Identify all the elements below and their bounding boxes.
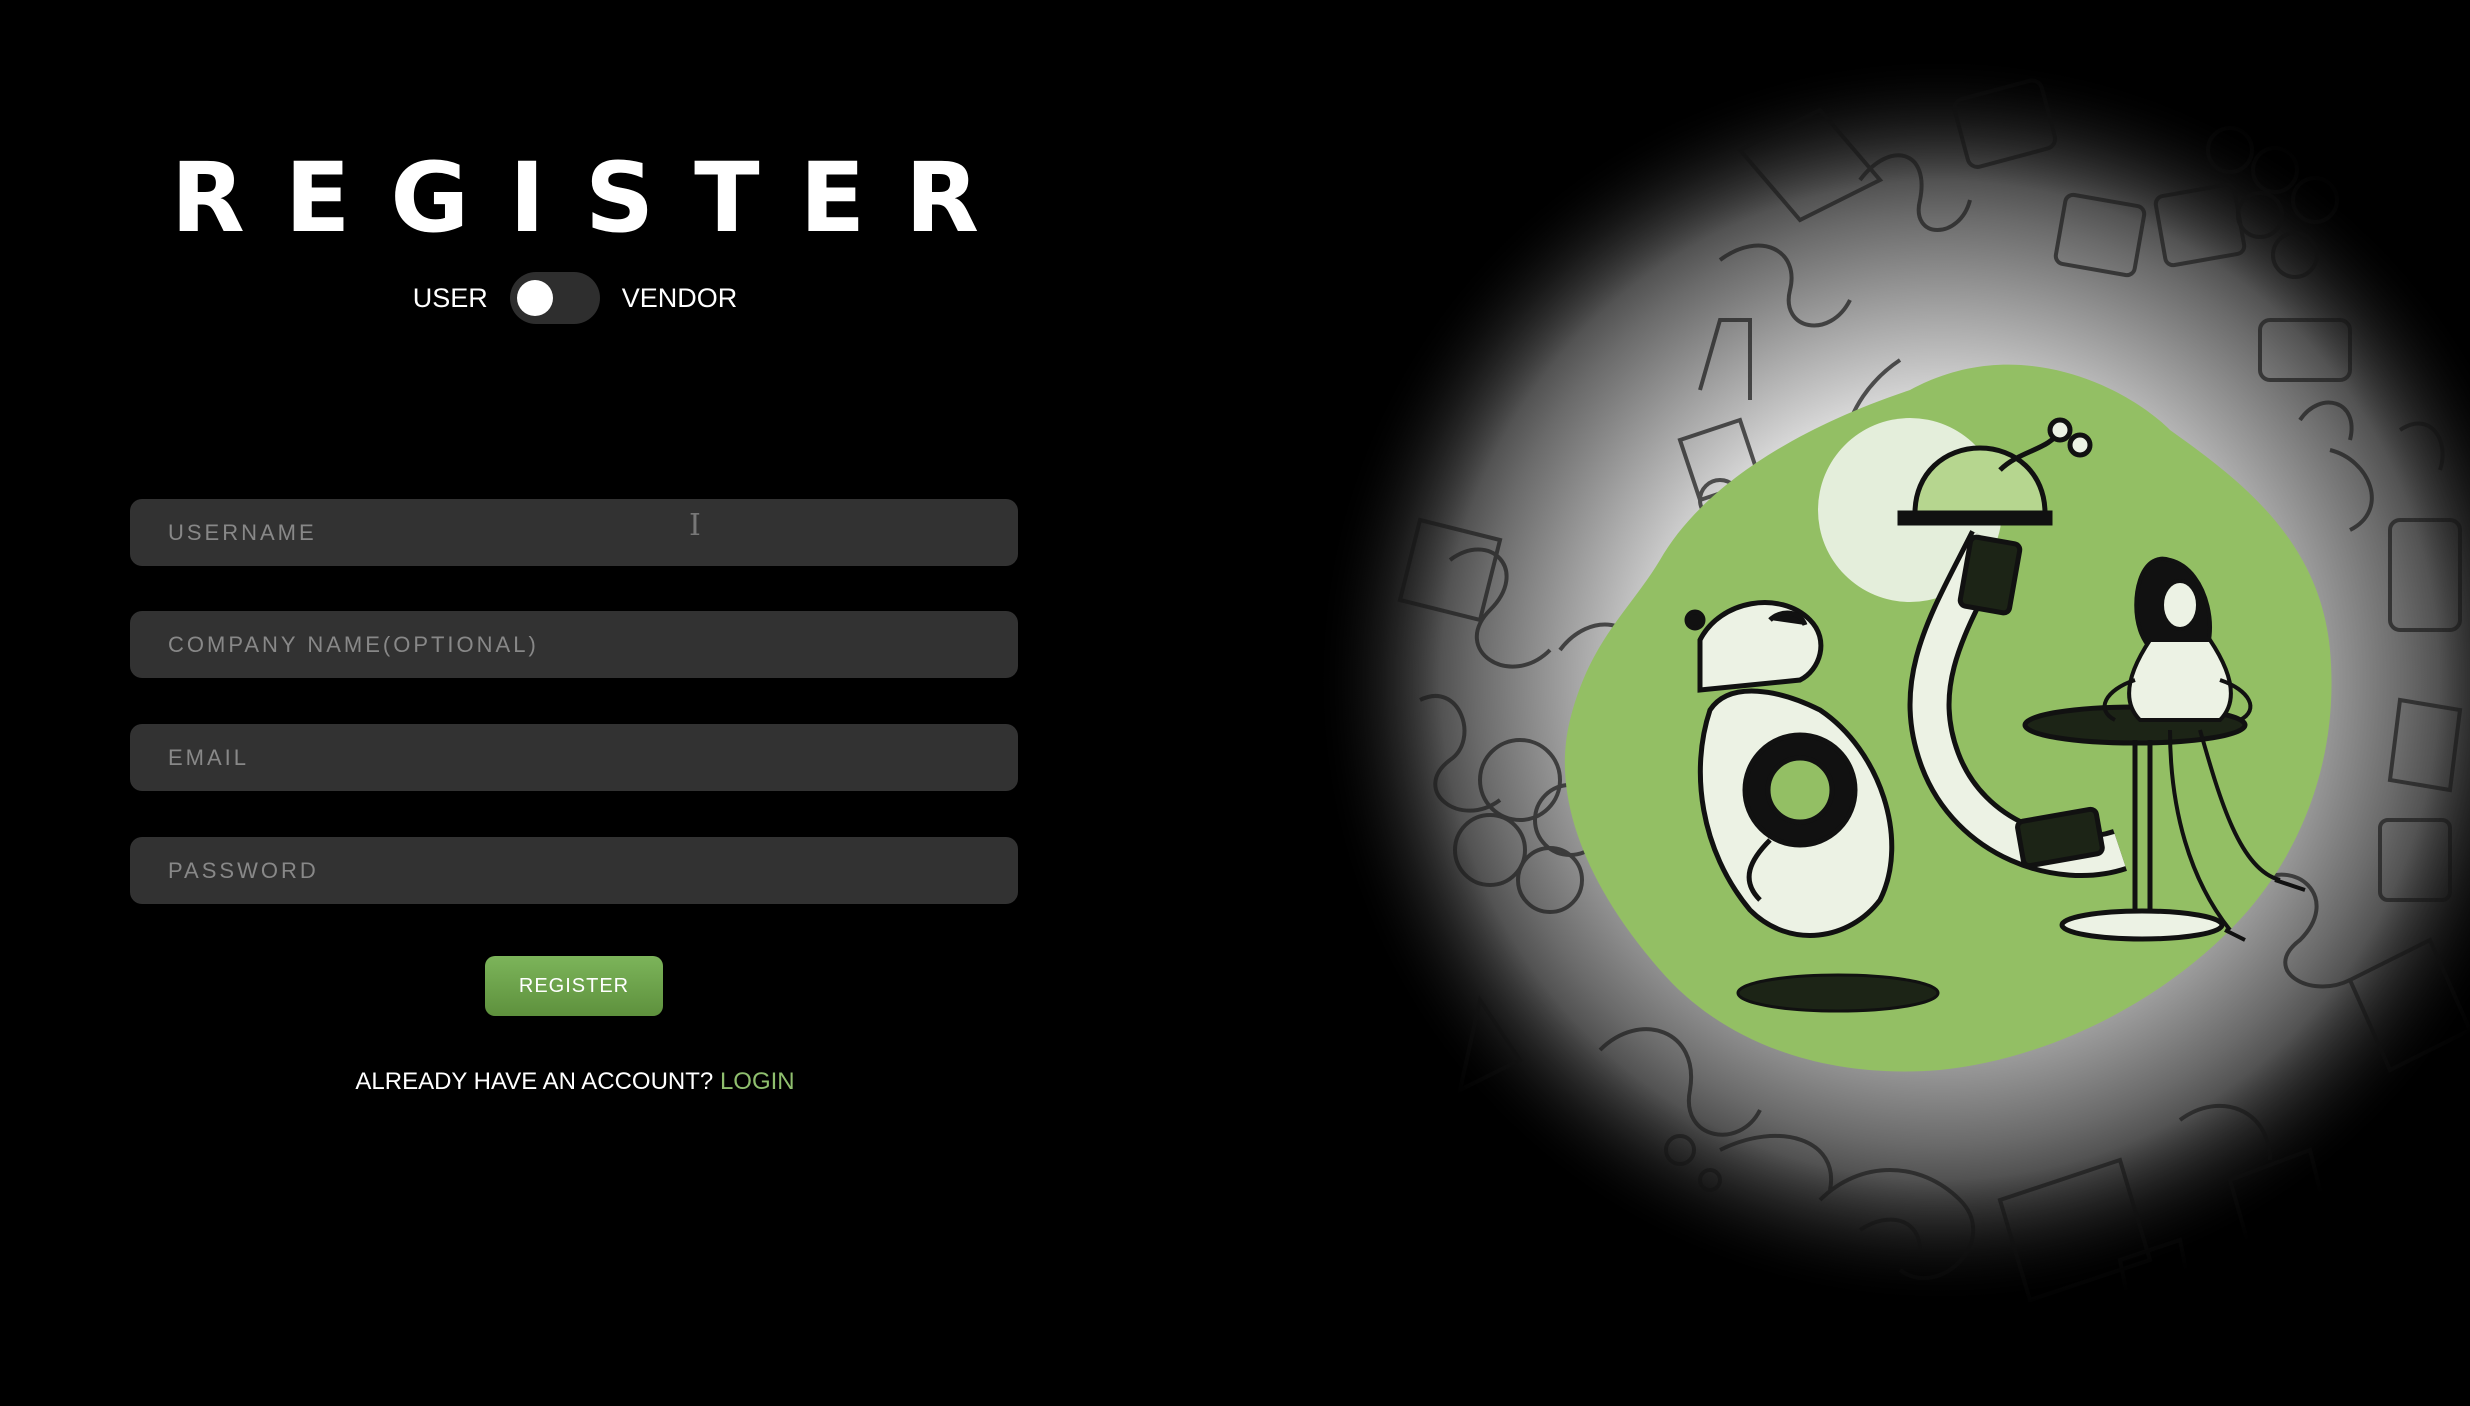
username-input[interactable] xyxy=(130,499,1018,566)
register-button[interactable]: REGISTER xyxy=(485,956,663,1016)
login-prompt-text: ALREADY HAVE AN ACCOUNT? xyxy=(355,1068,714,1095)
hero-illustration xyxy=(1300,0,2470,1406)
login-prompt: ALREADY HAVE AN ACCOUNT? LOGIN xyxy=(0,1068,1150,1096)
page-title: REGISTER xyxy=(170,142,1020,254)
password-input[interactable] xyxy=(130,837,1018,904)
role-toggle: USER VENDOR xyxy=(0,272,1150,324)
login-link[interactable]: LOGIN xyxy=(720,1068,795,1095)
role-vendor-label: VENDOR xyxy=(621,282,738,313)
register-form-panel: REGISTER USER VENDOR I REGISTER ALREADY … xyxy=(0,0,1150,1406)
shadow-hole xyxy=(1736,973,1940,1013)
role-user-label: USER xyxy=(412,282,488,313)
role-switch[interactable] xyxy=(509,272,600,324)
company-name-input[interactable] xyxy=(130,611,1018,678)
text-cursor-icon: I xyxy=(689,508,701,543)
email-input[interactable] xyxy=(130,724,1018,791)
switch-knob xyxy=(516,280,553,316)
food-doodle-illustration xyxy=(1300,0,2470,1406)
